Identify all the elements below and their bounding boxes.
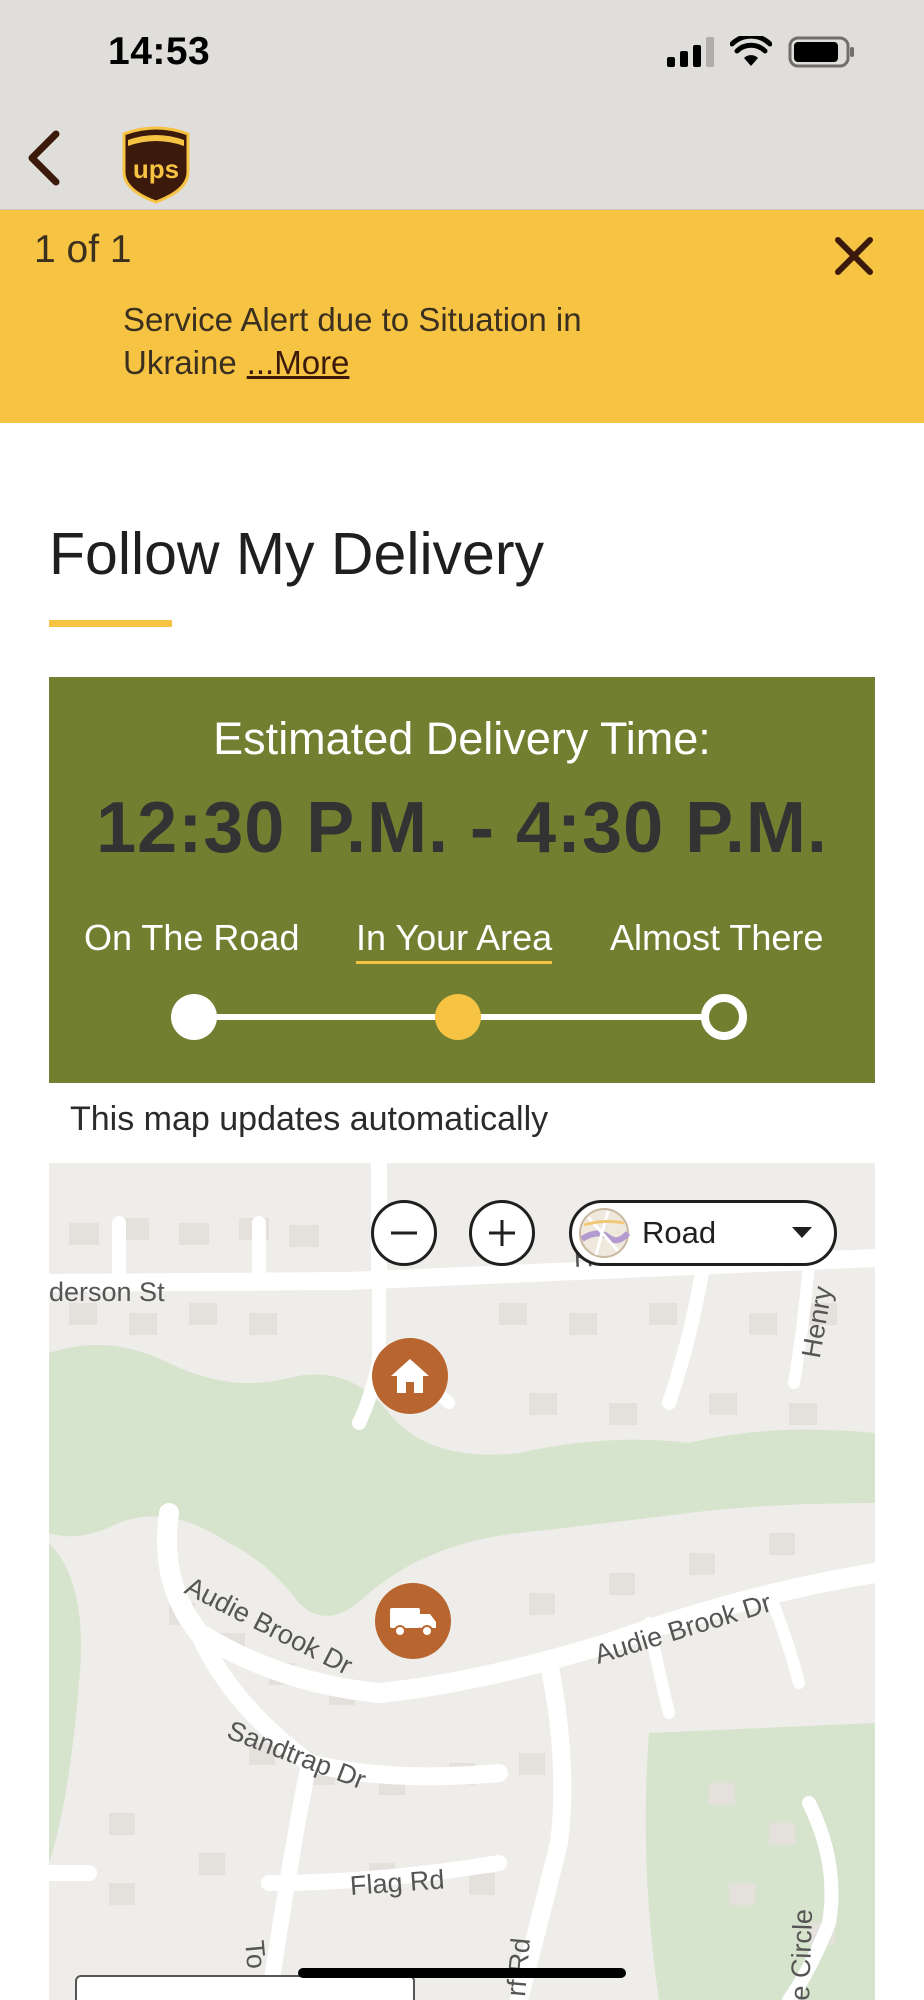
back-button[interactable]: [14, 126, 74, 190]
title-underline: [49, 620, 172, 627]
caret-down-icon: [792, 1227, 812, 1238]
street-label: To: [239, 1939, 272, 1971]
alert-more-link[interactable]: ...More: [247, 344, 350, 381]
step-on-the-road: On The Road: [84, 917, 300, 958]
plus-icon: [489, 1220, 515, 1246]
map-attribution-box: [75, 1975, 415, 2000]
step-in-your-area: In Your Area: [356, 917, 553, 964]
delivery-status-panel: Estimated Delivery Time: 12:30 P.M. - 4:…: [49, 677, 875, 1083]
status-bar: 14:53: [0, 0, 924, 110]
svg-text:ups: ups: [133, 154, 179, 184]
street-label: e Circle: [785, 1908, 819, 2000]
home-indicator: [298, 1968, 626, 1978]
map-tiles: [49, 1163, 875, 2000]
alert-count: 1 of 1: [34, 228, 132, 271]
wifi-icon: [730, 36, 772, 66]
road-map-thumbnail-icon: [579, 1208, 630, 1258]
chevron-left-icon: [28, 130, 60, 186]
map-auto-update-note: This map updates automatically: [70, 1100, 549, 1138]
ups-logo: ups: [122, 126, 190, 204]
truck-icon: [390, 1608, 436, 1637]
progress-dot-upcoming: [701, 994, 747, 1040]
service-alert-banner: 1 of 1 Service Alert due to Situation in…: [0, 210, 924, 423]
status-time: 14:53: [108, 30, 211, 73]
street-label: Flag Rd: [349, 1864, 446, 1901]
battery-icon: [788, 36, 854, 68]
alert-message: Service Alert due to Situation in Ukrain…: [123, 298, 643, 384]
step-almost-there: Almost There: [610, 917, 824, 958]
truck-marker[interactable]: [375, 1583, 451, 1659]
map-style-select[interactable]: Road: [569, 1200, 837, 1266]
alert-close-button[interactable]: [824, 226, 884, 286]
page-title: Follow My Delivery: [49, 521, 545, 587]
zoom-out-button[interactable]: [371, 1200, 437, 1266]
estimated-delivery-label: Estimated Delivery Time:: [213, 713, 711, 764]
estimated-delivery-time: 12:30 P.M. - 4:30 P.M.: [96, 788, 828, 868]
progress-dot-current: [435, 994, 481, 1040]
progress-dot-completed: [171, 994, 217, 1040]
street-label: derson St: [49, 1277, 165, 1307]
delivery-map[interactable]: derson St Henderson St Henry Audie Brook…: [49, 1163, 875, 2000]
minus-icon: [391, 1231, 417, 1235]
status-icons: [667, 36, 856, 68]
app-header: ups: [0, 110, 924, 210]
alert-message-text: Service Alert due to Situation in Ukrain…: [123, 301, 582, 381]
zoom-in-button[interactable]: [469, 1200, 535, 1266]
home-marker[interactable]: [372, 1338, 448, 1414]
home-icon: [391, 1359, 429, 1393]
close-icon: [835, 237, 873, 275]
cellular-signal-icon: [667, 37, 714, 67]
map-style-label: Road: [642, 1215, 717, 1250]
